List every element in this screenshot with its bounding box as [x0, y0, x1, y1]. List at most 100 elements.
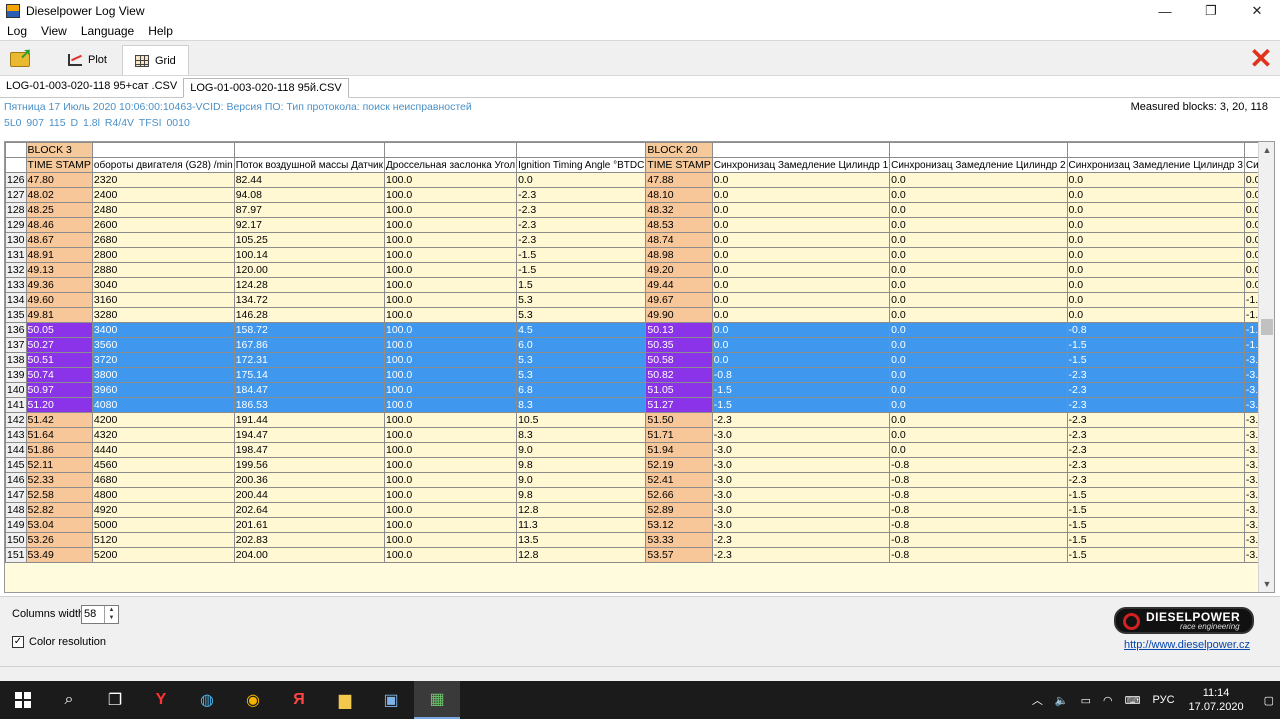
grid-cell: 4.5	[516, 322, 647, 338]
start-button[interactable]	[0, 681, 46, 719]
grid-cell: 4200	[91, 412, 235, 428]
minimize-button[interactable]: —	[1142, 0, 1188, 22]
grid-cell: 0.0	[889, 217, 1068, 233]
grid-cell: 4320	[91, 427, 235, 443]
grid-cell: 51.64	[25, 427, 93, 443]
maximize-button[interactable]: ❐	[1188, 0, 1234, 22]
chrome-icon[interactable]: ◉	[230, 681, 276, 719]
grid-cell: 50.13	[645, 322, 713, 338]
table-row[interactable]: 133 49.36 3040 124.28 100.0 1.5 49.44 0.0 0.0 0.0…	[5, 277, 1274, 293]
grid-cell: 0.0	[889, 187, 1068, 203]
table-row[interactable]: 143 51.64 4320 194.47 100.0 8.3 51.71 -3.0 0.0 -2…	[5, 427, 1274, 443]
table-row[interactable]: 129 48.46 2600 92.17 100.0 -2.3 48.53 0.0 0.0 0.0…	[5, 217, 1274, 233]
table-row[interactable]: 149 53.04 5000 201.61 100.0 11.3 53.12 -3.0 -0.8…	[5, 517, 1274, 533]
table-row[interactable]: 141 51.20 4080 186.53 100.0 8.3 51.27 -1.5 0.0 -2…	[5, 397, 1274, 413]
menu-language[interactable]: Language	[74, 24, 141, 38]
menu-log[interactable]: Log	[0, 24, 34, 38]
table-row[interactable]: 130 48.67 2680 105.25 100.0 -2.3 48.74 0.0 0.0 0.…	[5, 232, 1274, 248]
row-number: 146	[5, 472, 27, 488]
grid-cell: -1.5	[1066, 337, 1245, 353]
grid-cell: 48.25	[25, 202, 93, 218]
menu-help[interactable]: Help	[141, 24, 180, 38]
grid-cell: 0.0	[711, 187, 891, 203]
search-icon[interactable]: ⌕	[46, 681, 92, 719]
globe-app-icon[interactable]: ◍	[184, 681, 230, 719]
grid-cell: -1.5	[1066, 532, 1245, 548]
color-resolution-checkbox[interactable]: ✓	[12, 636, 24, 648]
block-label: BLOCK 3	[25, 142, 93, 158]
table-row[interactable]: 142 51.42 4200 191.44 100.0 10.5 51.50 -2.3 0.0-…	[5, 412, 1274, 428]
battery-icon[interactable]: ▭	[1081, 694, 1091, 707]
spin-buttons[interactable]: ▲ ▼	[104, 606, 118, 623]
data-grid[interactable]: BLOCK 3BLOCK 20BLOCK 118TIME STAMPоборот…	[4, 141, 1275, 593]
volume-icon[interactable]: 🔈	[1055, 694, 1069, 707]
bottom-panel: Columns width: 58 ▲ ▼ ✓ Color resolution …	[0, 596, 1280, 666]
grid-cell: 52.82	[25, 502, 93, 518]
color-resolution-option[interactable]: ✓ Color resolution	[12, 636, 106, 648]
network-app-icon[interactable]: ▣	[368, 681, 414, 719]
table-row[interactable]: 132 49.13 2880 120.00 100.0 -1.5 49.20 0.0 0.0 0.…	[5, 262, 1274, 278]
table-row[interactable]: 148 52.82 4920 202.64 100.0 12.8 52.89 -3.0 -0.8…	[5, 502, 1274, 518]
grid-button[interactable]: Grid	[122, 45, 189, 75]
table-row[interactable]: 147 52.58 4800 200.44 100.0 9.8 52.66 -3.0 -0.8-…	[5, 487, 1274, 503]
table-row[interactable]: 138 50.51 3720 172.31 100.0 5.3 50.58 0.0 0.0 -1.…	[5, 352, 1274, 368]
grid-cell: 4800	[91, 487, 235, 503]
vertical-scrollbar[interactable]: ▲ ▼	[1258, 142, 1274, 592]
grid-cell: 0.0	[889, 277, 1068, 293]
plot-button[interactable]: Plot	[56, 45, 119, 75]
grid-cell: 48.98	[645, 247, 713, 263]
table-row[interactable]: 151 53.49 5200 204.00 100.0 12.8 53.57 -2.3 -0.8…	[5, 547, 1274, 563]
language-indicator[interactable]: РУС	[1153, 694, 1175, 706]
yandex-icon[interactable]: Я	[276, 681, 322, 719]
keyboard-icon[interactable]: ⌨	[1125, 694, 1141, 707]
table-row[interactable]: 127 48.02 2400 94.08 100.0 -2.3 48.10 0.0 0.0 0.0…	[5, 187, 1274, 203]
clock[interactable]: 11:14 17.07.2020	[1189, 686, 1244, 714]
file-tab-2[interactable]: LOG-01-003-020-118 95й.CSV	[183, 78, 349, 98]
table-row[interactable]: 150 53.26 5120 202.83 100.0 13.5 53.33 -2.3 -0.8…	[5, 532, 1274, 548]
grid-cell: 100.0	[383, 502, 518, 518]
scroll-down-icon[interactable]: ▼	[1259, 576, 1274, 592]
table-row[interactable]: 134 49.60 3160 134.72 100.0 5.3 49.67 0.0 0.0 0.0…	[5, 292, 1274, 308]
close-window-button[interactable]: ✕	[1234, 0, 1280, 22]
website-link[interactable]: http://www.dieselpower.cz	[1124, 639, 1250, 651]
grid-cell: 48.10	[645, 187, 713, 203]
table-row[interactable]: 135 49.81 3280 146.28 100.0 5.3 49.90 0.0 0.0 0.0…	[5, 307, 1274, 323]
task-view-icon[interactable]: ❐	[92, 681, 138, 719]
open-log-button[interactable]: ➚	[8, 45, 34, 71]
scroll-up-icon[interactable]: ▲	[1259, 142, 1274, 158]
grid-cell: 5120	[91, 532, 235, 548]
table-row[interactable]: 139 50.74 3800 175.14 100.0 5.3 50.82 -0.8 0.0 -2…	[5, 367, 1274, 383]
file-tab-1[interactable]: LOG-01-003-020-118 95+сат .CSV	[0, 77, 183, 97]
row-number: 145	[5, 457, 27, 473]
table-row[interactable]: 126 47.80 2320 82.44 100.0 0.0 47.88 0.0 0.0 0.0 0…	[5, 172, 1274, 188]
table-row[interactable]: 128 48.25 2480 87.97 100.0 -2.3 48.32 0.0 0.0 0.0…	[5, 202, 1274, 218]
menu-view[interactable]: View	[34, 24, 74, 38]
tray-chevron-icon[interactable]: ︿	[1032, 692, 1043, 708]
row-number: 138	[5, 352, 27, 368]
grid-cell: 0.0	[1066, 202, 1245, 218]
table-row[interactable]: 131 48.91 2800 100.14 100.0 -1.5 48.98 0.0 0.0 0.…	[5, 247, 1274, 263]
wifi-icon[interactable]: ◠	[1103, 694, 1113, 707]
grid-cell: 0.0	[1066, 262, 1245, 278]
grid-cell: 47.88	[645, 172, 713, 188]
table-row[interactable]: 144 51.86 4440 198.47 100.0 9.0 51.94 -3.0 0.0 -2…	[5, 442, 1274, 458]
close-log-button[interactable]: ✕	[1248, 45, 1274, 73]
table-row[interactable]: 146 52.33 4680 200.36 100.0 9.0 52.41 -3.0 -0.8-…	[5, 472, 1274, 488]
grid-cell: -1.5	[516, 262, 647, 278]
grid-cell: 13.5	[516, 532, 647, 548]
scroll-thumb[interactable]	[1261, 319, 1273, 335]
grid-cell: 12.8	[516, 502, 647, 518]
grid-cell: 52.66	[645, 487, 713, 503]
table-row[interactable]: 136 50.05 3400 158.72 100.0 4.5 50.13 0.0 0.0 -0.…	[5, 322, 1274, 338]
columns-width-stepper[interactable]: 58 ▲ ▼	[81, 605, 119, 624]
row-number: 139	[5, 367, 27, 383]
yandex-browser-icon[interactable]: Y	[138, 681, 184, 719]
notifications-icon[interactable]: ▢	[1264, 694, 1274, 707]
columns-width-value[interactable]: 58	[82, 606, 104, 623]
table-row[interactable]: 145 52.11 4560 199.56 100.0 9.8 52.19 -3.0 -0.8-…	[5, 457, 1274, 473]
table-row[interactable]: 137 50.27 3560 167.86 100.0 6.0 50.35 0.0 0.0 -1.…	[5, 337, 1274, 353]
grid-cell: 194.47	[233, 427, 386, 443]
table-row[interactable]: 140 50.97 3960 184.47 100.0 6.8 51.05 -1.5 0.0 -2…	[5, 382, 1274, 398]
log-view-taskbar-icon[interactable]: ▦	[414, 681, 460, 719]
file-explorer-icon[interactable]: ▆	[322, 681, 368, 719]
